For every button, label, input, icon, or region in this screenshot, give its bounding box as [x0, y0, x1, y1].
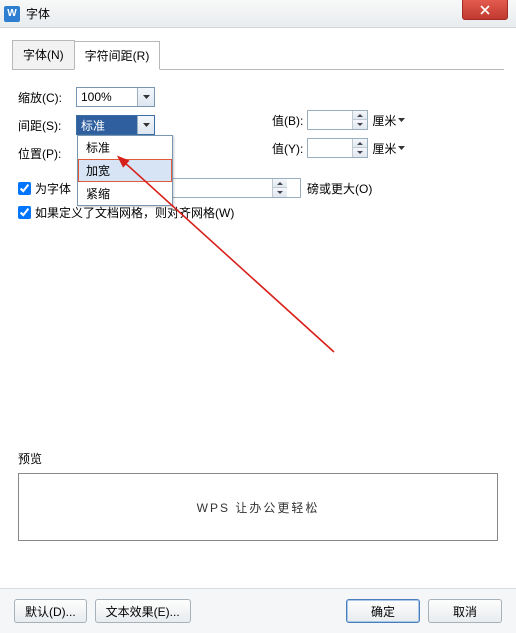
- kerning-label: 为字体: [35, 180, 71, 197]
- value-y-input[interactable]: [308, 139, 352, 157]
- kerning-checkbox[interactable]: [18, 182, 31, 195]
- spin-down-icon[interactable]: [353, 148, 367, 157]
- form-area: 缩放(C): 间距(S): 标准 加宽 紧缩 值(B):: [12, 82, 504, 231]
- kerning-unit: 磅或更大(O): [307, 180, 372, 197]
- dropdown-option[interactable]: 标准: [78, 136, 172, 159]
- scale-combo[interactable]: [76, 87, 155, 107]
- cancel-button[interactable]: 取消: [428, 599, 502, 623]
- spin-down-icon[interactable]: [273, 188, 287, 197]
- chevron-down-icon[interactable]: [137, 116, 154, 134]
- chevron-down-icon: [398, 118, 405, 122]
- value-b-input[interactable]: [308, 111, 352, 129]
- preview-box: WPS 让办公更轻松: [18, 473, 498, 541]
- unit-cm[interactable]: 厘米: [372, 112, 405, 129]
- unit-cm[interactable]: 厘米: [372, 140, 405, 157]
- spin-up-icon[interactable]: [353, 111, 367, 120]
- button-bar: 默认(D)... 文本效果(E)... 确定 取消: [0, 588, 516, 633]
- spacing-label: 间距(S):: [18, 117, 76, 134]
- value-y-label: 值(Y):: [272, 140, 303, 157]
- spin-up-icon[interactable]: [273, 179, 287, 188]
- snap-grid-checkbox[interactable]: [18, 206, 31, 219]
- spacing-input[interactable]: [77, 116, 137, 134]
- spin-down-icon[interactable]: [353, 120, 367, 129]
- ok-button[interactable]: 确定: [346, 599, 420, 623]
- chevron-down-icon[interactable]: [137, 88, 154, 106]
- spacing-dropdown-list: 标准 加宽 紧缩: [77, 135, 173, 206]
- scale-label: 缩放(C):: [18, 89, 76, 106]
- snap-grid-label: 如果定义了文档网格，则对齐网格(W): [35, 204, 234, 221]
- value-b-label: 值(B):: [272, 112, 303, 129]
- default-button[interactable]: 默认(D)...: [14, 599, 87, 623]
- close-button[interactable]: [462, 0, 508, 20]
- spacing-combo[interactable]: 标准 加宽 紧缩: [76, 115, 155, 135]
- tab-spacing[interactable]: 字符间距(R): [74, 41, 161, 70]
- chevron-down-icon: [398, 146, 405, 150]
- window-title: 字体: [26, 5, 50, 22]
- close-icon: [480, 5, 490, 15]
- position-label: 位置(P):: [18, 145, 76, 162]
- spin-up-icon[interactable]: [353, 139, 367, 148]
- value-y-spinner[interactable]: [307, 138, 368, 158]
- texteffect-button[interactable]: 文本效果(E)...: [95, 599, 191, 623]
- preview-text: WPS 让办公更轻松: [197, 499, 320, 516]
- dropdown-option[interactable]: 紧缩: [78, 182, 172, 205]
- preview-label: 预览: [18, 450, 498, 467]
- titlebar: W 字体: [0, 0, 516, 28]
- value-b-spinner[interactable]: [307, 110, 368, 130]
- app-icon: W: [4, 6, 20, 22]
- dropdown-option[interactable]: 加宽: [78, 159, 172, 182]
- tab-font[interactable]: 字体(N): [12, 40, 75, 69]
- tabstrip: 字体(N) 字符间距(R): [12, 40, 504, 70]
- preview-section: 预览 WPS 让办公更轻松: [18, 450, 498, 541]
- scale-input[interactable]: [77, 88, 137, 106]
